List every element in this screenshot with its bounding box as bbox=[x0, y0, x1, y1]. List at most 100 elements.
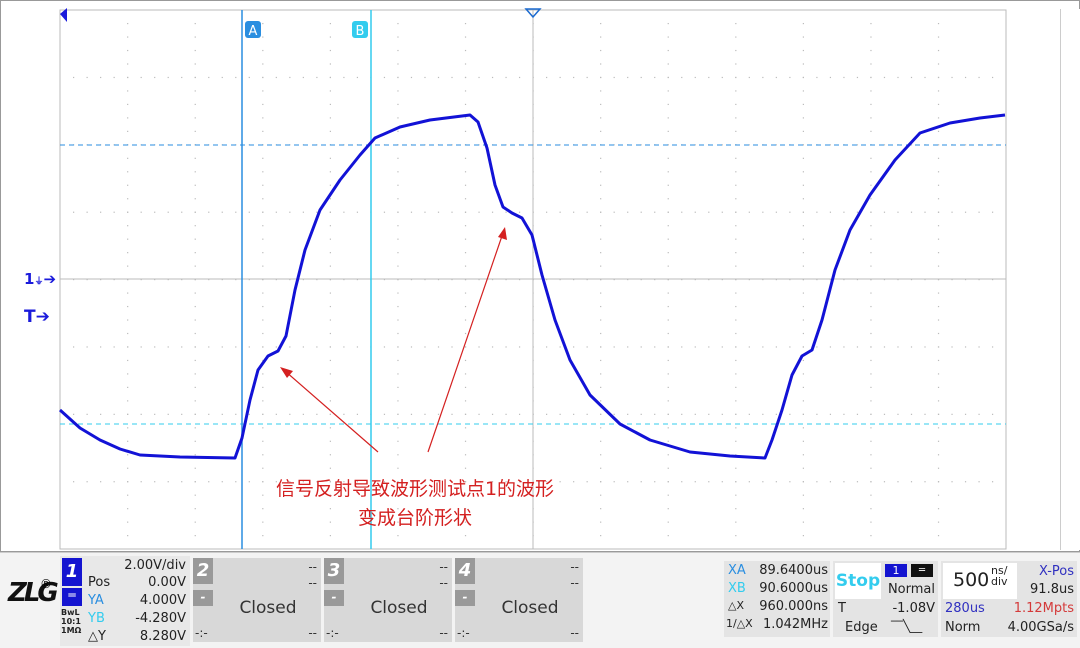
grid-dot bbox=[127, 494, 129, 496]
grid-dot bbox=[667, 346, 669, 348]
annotation-text-1: 信号反射导致波形测试点1的波形 bbox=[275, 478, 555, 500]
grid-dot bbox=[735, 373, 737, 375]
grid-dot bbox=[505, 76, 507, 79]
grid-dot bbox=[816, 346, 818, 348]
grid-dot bbox=[600, 413, 602, 415]
grid-dot bbox=[870, 413, 872, 415]
grid-dot bbox=[505, 346, 507, 348]
grid-dot bbox=[667, 130, 669, 132]
status-panel: ZLG ® 1 ═ BwL 10:1 1MΩ 2.00V/div Pos 0.00V… bbox=[0, 552, 1080, 648]
grid-dot bbox=[464, 467, 467, 469]
grid-dot bbox=[127, 467, 129, 469]
timebase-panel[interactable]: 500 ns/div X-Pos 91.8us 280us 1.12Mpts N… bbox=[941, 561, 1077, 637]
ya-value: 4.000V bbox=[139, 593, 186, 608]
grid-dot bbox=[708, 211, 710, 213]
grid-dot bbox=[991, 413, 994, 415]
grid-dot bbox=[600, 22, 602, 25]
grid-dot bbox=[329, 184, 331, 186]
grid-dot bbox=[802, 386, 804, 388]
trigger-level-marker[interactable]: T➔ bbox=[24, 307, 50, 327]
trigger-panel[interactable]: Stop 1 ═ Normal T -1.08V Edge ‾‾╲__ bbox=[833, 561, 938, 637]
grid-dot bbox=[424, 413, 426, 415]
grid-dot bbox=[870, 63, 872, 65]
grid-dot bbox=[194, 252, 196, 254]
grid-dot bbox=[856, 481, 859, 483]
grid-dot bbox=[937, 157, 940, 159]
grid-dot bbox=[586, 346, 588, 348]
grid-dot bbox=[397, 413, 399, 415]
grid-dot bbox=[397, 36, 399, 38]
grid-dot bbox=[802, 427, 804, 429]
grid-dot bbox=[600, 346, 602, 348]
grid-dot bbox=[735, 184, 737, 186]
grid-dot bbox=[789, 76, 791, 79]
grid-dot bbox=[802, 36, 804, 38]
grid-dot bbox=[451, 211, 453, 213]
grid-dot bbox=[937, 117, 940, 119]
grid-dot bbox=[86, 481, 88, 483]
channel-1-panel[interactable]: 1 ═ BwL 10:1 1MΩ 2.00V/div Pos 0.00V YA 4.… bbox=[60, 556, 190, 646]
grid-dot bbox=[181, 76, 183, 79]
grid-dot bbox=[694, 481, 696, 483]
grid-dot bbox=[464, 157, 467, 159]
grid-dot bbox=[289, 413, 291, 415]
grid-dot bbox=[802, 359, 804, 362]
grid-dot bbox=[735, 103, 737, 106]
grid-dot bbox=[681, 346, 683, 348]
grid-dot bbox=[356, 76, 359, 79]
grid-dot bbox=[667, 211, 669, 213]
grid-dot bbox=[262, 157, 264, 159]
grid-dot bbox=[316, 413, 318, 415]
channel-3-panel[interactable]: 3 -- -- - Closed -:- -- bbox=[324, 558, 452, 642]
trigger-type: Edge bbox=[845, 620, 878, 635]
grid-dot bbox=[127, 508, 129, 510]
grid-dot bbox=[167, 211, 169, 213]
grid-dot bbox=[600, 49, 602, 52]
grid-dot bbox=[505, 413, 507, 415]
grid-dot bbox=[937, 238, 940, 240]
grid-dot bbox=[127, 63, 129, 65]
grid-dot bbox=[667, 332, 669, 335]
grid-dot bbox=[816, 481, 818, 483]
grid-dot bbox=[518, 346, 521, 348]
grid-dot bbox=[464, 454, 467, 456]
grid-dot bbox=[735, 238, 737, 240]
grid-dot bbox=[937, 440, 940, 442]
grid-dot bbox=[194, 413, 196, 415]
grid-dot bbox=[127, 225, 129, 227]
grid-dot bbox=[870, 76, 872, 79]
channel-1-ground-marker[interactable]: 1⏚➔ bbox=[24, 270, 56, 288]
dc-coupling-icon: ═ bbox=[62, 588, 82, 606]
channel-2-panel[interactable]: 2 -- -- - Closed -:- -- bbox=[193, 558, 321, 642]
grid-dot bbox=[667, 467, 669, 469]
grid-dot bbox=[708, 346, 710, 348]
grid-dot bbox=[140, 211, 142, 213]
yb-label: YB bbox=[88, 611, 105, 626]
annotation-text-2: 变成台阶形状 bbox=[357, 507, 472, 529]
grid-dot bbox=[194, 494, 196, 496]
channel-4-panel[interactable]: 4 -- -- - Closed -:- -- bbox=[455, 558, 583, 642]
grid-dot bbox=[127, 49, 129, 52]
grid-dot bbox=[870, 454, 872, 456]
grid-dot bbox=[937, 467, 940, 469]
trigger-source-badge: 1 bbox=[885, 564, 907, 577]
grid-dot bbox=[802, 265, 804, 267]
grid-dot bbox=[748, 211, 750, 213]
grid-dot bbox=[937, 481, 940, 483]
grid-dot bbox=[735, 198, 737, 200]
grid-dot bbox=[464, 198, 467, 200]
grid-dot bbox=[546, 76, 548, 79]
grid-dot bbox=[667, 373, 669, 375]
grid-dot bbox=[329, 90, 331, 92]
grid-dot bbox=[262, 292, 264, 294]
run-stop-button[interactable]: Stop bbox=[835, 563, 881, 599]
grid-dot bbox=[127, 386, 129, 388]
grid-dot bbox=[762, 211, 764, 213]
grid-dot bbox=[181, 413, 183, 415]
grid-dot bbox=[329, 103, 331, 106]
grid-dot bbox=[708, 413, 710, 415]
grid-dot bbox=[802, 332, 804, 335]
grid-dot bbox=[735, 440, 737, 442]
grid-dot bbox=[721, 211, 723, 213]
grid-dot bbox=[329, 319, 331, 321]
